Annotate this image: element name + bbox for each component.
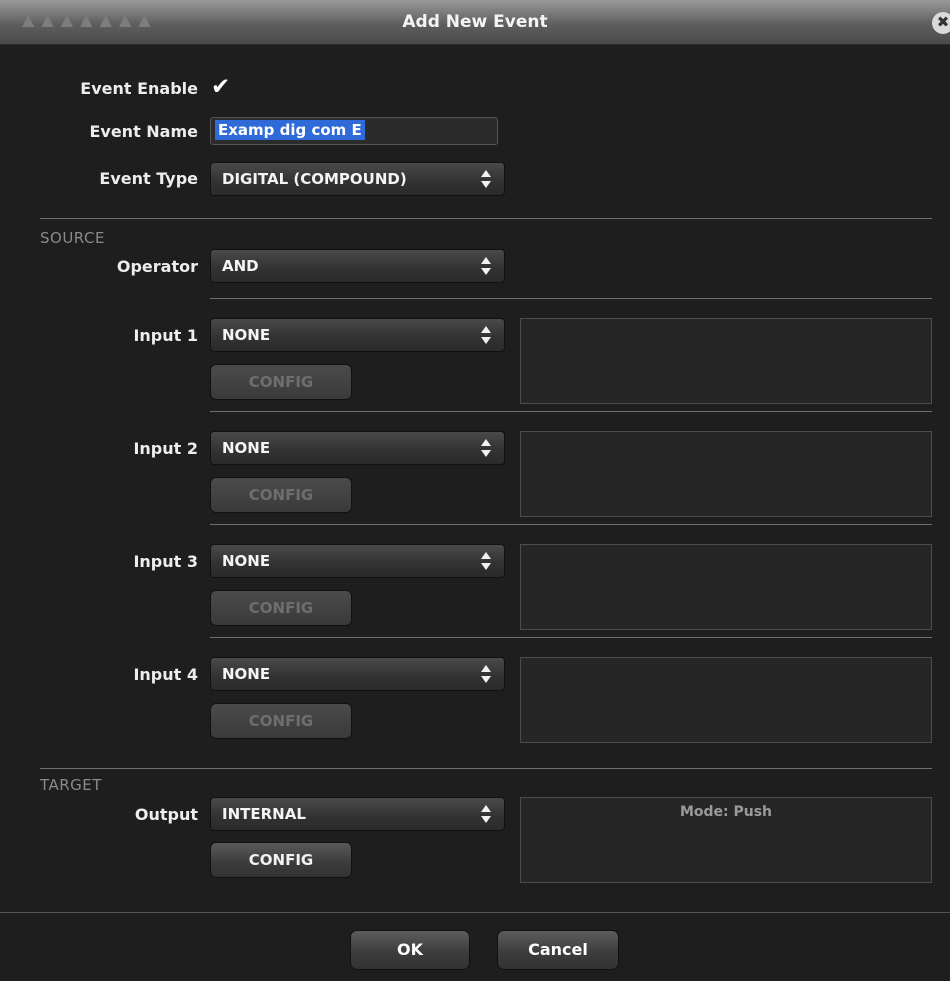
operator-value: AND (222, 257, 259, 275)
output-value: INTERNAL (222, 805, 306, 823)
event-type-label: Event Type (99, 169, 198, 188)
input-2-value: NONE (222, 439, 271, 457)
input-4-config-button[interactable]: CONFIG (210, 703, 352, 739)
input-4-info-panel (520, 657, 932, 743)
input-3-label: Input 3 (133, 552, 198, 571)
event-name-value: Examp dig com E (215, 120, 365, 140)
input-3-info-panel (520, 544, 932, 630)
input-1-value: NONE (222, 326, 271, 344)
select-arrows-icon (480, 167, 492, 191)
divider (40, 768, 932, 769)
target-section-title: TARGET (40, 776, 102, 794)
select-arrows-icon (480, 254, 492, 278)
input-3-value: NONE (222, 552, 271, 570)
input-3-select[interactable]: NONE (210, 544, 505, 578)
add-new-event-dialog: ▲ ▲ ▲ ▲ ▲ ▲ ▲ Add New Event ✖ Event Enab… (0, 0, 950, 981)
input-4-value: NONE (222, 665, 271, 683)
output-select[interactable]: INTERNAL (210, 797, 505, 831)
event-type-value: DIGITAL (COMPOUND) (222, 170, 407, 188)
divider (40, 218, 932, 219)
divider (210, 524, 932, 525)
divider (210, 637, 932, 638)
output-label: Output (134, 805, 198, 824)
cancel-button[interactable]: Cancel (497, 930, 619, 970)
event-enable-label: Event Enable (80, 79, 198, 98)
source-section-title: SOURCE (40, 229, 105, 247)
input-4-label: Input 4 (133, 665, 198, 684)
event-enable-checkbox[interactable]: ✔ (210, 74, 230, 100)
input-1-info-panel (520, 318, 932, 404)
input-2-label: Input 2 (133, 439, 198, 458)
operator-select[interactable]: AND (210, 249, 505, 283)
select-arrows-icon (480, 549, 492, 573)
divider (210, 298, 932, 299)
output-config-button[interactable]: CONFIG (210, 842, 352, 878)
operator-label: Operator (116, 257, 198, 276)
divider (0, 912, 950, 913)
title-bar[interactable]: ▲ ▲ ▲ ▲ ▲ ▲ ▲ Add New Event ✖ (0, 0, 950, 45)
select-arrows-icon (480, 436, 492, 460)
select-arrows-icon (480, 662, 492, 686)
input-2-select[interactable]: NONE (210, 431, 505, 465)
ok-button[interactable]: OK (350, 930, 470, 970)
divider (210, 411, 932, 412)
input-2-info-panel (520, 431, 932, 517)
select-arrows-icon (480, 323, 492, 347)
input-1-label: Input 1 (133, 326, 198, 345)
input-2-config-button[interactable]: CONFIG (210, 477, 352, 513)
dialog-title: Add New Event (402, 12, 548, 32)
input-4-select[interactable]: NONE (210, 657, 505, 691)
output-info-panel: Mode: Push (520, 797, 932, 883)
event-name-label: Event Name (89, 122, 198, 141)
checkmark-icon: ✔ (211, 74, 231, 100)
input-1-config-button[interactable]: CONFIG (210, 364, 352, 400)
event-type-select[interactable]: DIGITAL (COMPOUND) (210, 162, 505, 196)
event-name-field[interactable]: Examp dig com E (210, 117, 498, 145)
close-icon[interactable]: ✖ (932, 12, 950, 34)
select-arrows-icon (480, 802, 492, 826)
input-3-config-button[interactable]: CONFIG (210, 590, 352, 626)
mode-text: Mode: Push (679, 804, 773, 820)
input-1-select[interactable]: NONE (210, 318, 505, 352)
